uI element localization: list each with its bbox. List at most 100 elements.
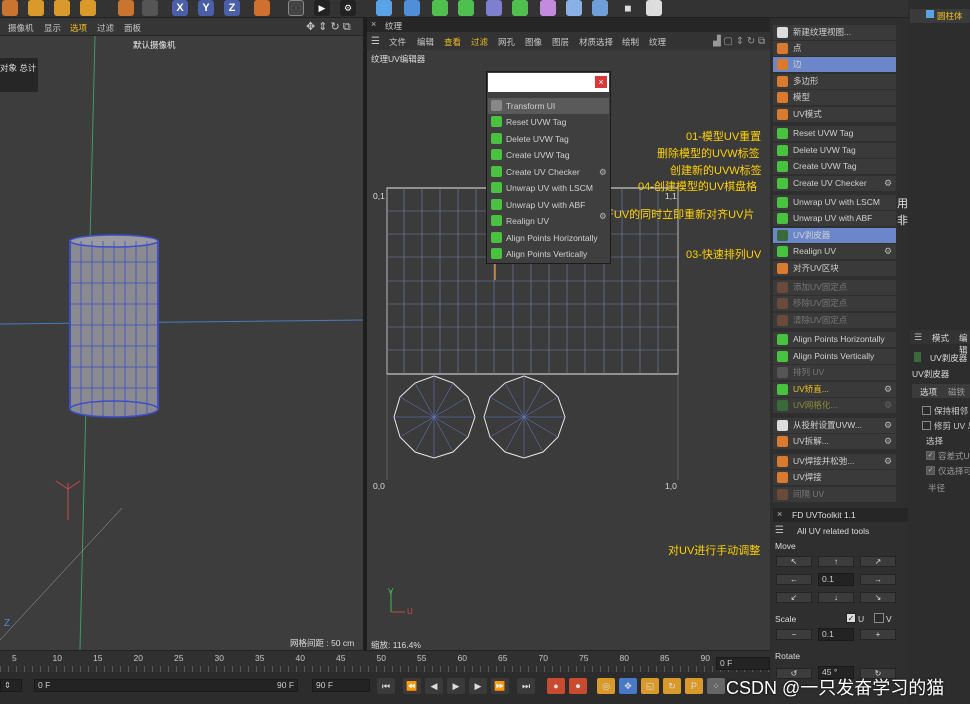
go-end-button[interactable]: ⏭ <box>517 678 535 694</box>
palette-project-uvw[interactable]: 从投射设置UVW... ⚙ <box>773 418 896 433</box>
scale-minus-button[interactable]: − <box>776 629 812 640</box>
subdivision-icon[interactable] <box>432 0 448 16</box>
tex-menu-paint[interactable]: 绘制 <box>622 36 639 48</box>
palette-arrange-uv[interactable]: 排列 UV <box>773 365 896 380</box>
popup-item-lscm[interactable]: Unwrap UV with LSCM <box>488 180 609 196</box>
environment-icon[interactable] <box>566 0 582 16</box>
tex-menu-mesh[interactable]: 网孔 <box>498 36 515 48</box>
tex-menu-layer[interactable]: 图层 <box>552 36 569 48</box>
generator-icon[interactable] <box>512 0 528 16</box>
palette-abf[interactable]: Unwrap UV with ABF <box>773 211 896 226</box>
move-icon[interactable] <box>28 0 44 16</box>
tex-menu-material-select[interactable]: 材质选择 <box>579 36 613 48</box>
key-position-icon[interactable]: ✥ <box>619 678 637 694</box>
rotate-icon[interactable] <box>80 0 96 16</box>
palette-align-islands[interactable]: 对齐UV区块 <box>773 261 896 276</box>
texture-tab-title[interactable]: 纹理 <box>385 20 402 32</box>
scale-v-checkbox[interactable] <box>874 613 884 623</box>
palette-lscm[interactable]: Unwrap UV with LSCM <box>773 195 896 210</box>
popup-item-align-h[interactable]: Align Points Horizontally <box>488 230 609 246</box>
palette-delete-uvw[interactable]: Delete UVW Tag <box>773 143 896 158</box>
palette-new-texture-view[interactable]: 新建纹理视图... <box>773 25 896 40</box>
palette-polygons[interactable]: 多边形 <box>773 74 896 89</box>
keep-adjacent-checkbox[interactable] <box>922 406 931 415</box>
keyframe-mode-icon[interactable]: ◎ <box>597 678 615 694</box>
trim-island-checkbox[interactable] <box>922 421 931 430</box>
go-start-button[interactable]: ⏮ <box>377 678 395 694</box>
end-frame-field[interactable]: 90 F <box>312 679 370 692</box>
palette-clear-pin[interactable]: 清除UV固定点 <box>773 313 896 328</box>
popup-item-create-uvw[interactable]: Create UVW Tag <box>488 147 609 163</box>
next-key-button[interactable]: ⏩ <box>491 678 509 694</box>
record-button[interactable]: ● <box>547 678 565 694</box>
palette-straighten[interactable]: UV矫直... ⚙ <box>773 382 896 397</box>
palette-space-uv[interactable]: 间隔 UV <box>773 487 896 502</box>
gear-icon[interactable]: ⚙ <box>883 400 893 410</box>
palette-grid-uv[interactable]: UV网格化... ⚙ <box>773 398 896 413</box>
scale-u-checkbox[interactable]: ✓ <box>846 613 856 623</box>
tex-menu-filter[interactable]: 过滤 <box>471 36 488 48</box>
attr-tab-mode[interactable]: 模式 <box>932 332 949 344</box>
start-frame-field[interactable]: 0 F <box>34 679 298 692</box>
tolerant-uv-checkbox[interactable]: ✓ <box>926 451 935 460</box>
palette-uv-mode[interactable]: UV模式 <box>773 107 896 122</box>
light-icon[interactable] <box>646 0 662 16</box>
object-row-cylinder[interactable]: 圆柱体 <box>910 9 970 23</box>
palette-create-uvw[interactable]: Create UVW Tag <box>773 159 896 174</box>
palette-model[interactable]: 模型 <box>773 90 896 105</box>
gear-icon[interactable]: ⚙ <box>599 164 607 180</box>
camera-icon[interactable]: ◼ <box>620 0 636 16</box>
start-frame-stepper[interactable]: ⇕ <box>0 679 22 692</box>
move-up-button[interactable]: ↑ <box>818 556 854 567</box>
popup-close-icon[interactable]: × <box>595 76 607 88</box>
z-axis-icon[interactable]: Z <box>224 0 240 16</box>
move-amount-field[interactable]: 0.1 <box>818 573 854 586</box>
field-icon[interactable] <box>540 0 556 16</box>
tex-menu-image[interactable]: 图像 <box>525 36 542 48</box>
key-scale-icon[interactable]: ◱ <box>641 678 659 694</box>
gear-icon[interactable]: ⚙ <box>599 208 607 224</box>
popup-item-abf[interactable]: Unwrap UV with ABF <box>488 197 609 213</box>
render-view-icon[interactable]: ▶ <box>314 0 330 16</box>
play-button[interactable]: ▶ <box>447 678 465 694</box>
palette-align-v[interactable]: Align Points Vertically <box>773 349 896 364</box>
hamburger-icon[interactable]: ☰ <box>775 525 784 536</box>
palette-weld-relax[interactable]: UV焊接并松弛... ⚙ <box>773 454 896 469</box>
deformer-icon[interactable] <box>486 0 502 16</box>
render-region-icon[interactable] <box>288 0 304 16</box>
prev-key-button[interactable]: ⏪ <box>403 678 421 694</box>
gear-icon[interactable]: ⚙ <box>883 456 893 466</box>
popup-item-delete-uvw[interactable]: Delete UVW Tag <box>488 131 609 147</box>
world-coord-icon[interactable] <box>254 0 270 16</box>
tex-menu-file[interactable]: 文件 <box>389 36 406 48</box>
subtab-magnet[interactable]: 磁铁 <box>948 386 965 398</box>
palette-edges[interactable]: 边 <box>773 57 896 72</box>
menu-filter[interactable]: 过滤 <box>97 22 114 34</box>
next-frame-button[interactable]: ▶ <box>469 678 487 694</box>
palette-add-pin[interactable]: 添加UV固定点 <box>773 280 896 295</box>
3d-viewport[interactable]: 默认摄像机 Z 网格间距 : 50 cm <box>0 36 363 650</box>
move-down-right-button[interactable]: ↘ <box>860 592 896 603</box>
popup-item-uv-checker[interactable]: Create UV Checker ⚙ <box>488 164 609 180</box>
popup-item-realign[interactable]: Realign UV ⚙ <box>488 211 609 229</box>
gear-icon[interactable]: ⚙ <box>883 246 893 256</box>
move-up-right-button[interactable]: ↗ <box>860 556 896 567</box>
scale-amount-field[interactable]: 0.1 <box>818 628 854 641</box>
timeline-ruler[interactable]: 5 10 15 20 25 30 35 40 45 50 55 60 65 70 75 80 85 90 0 F <box>0 650 770 672</box>
move-right-button[interactable]: → <box>860 574 896 585</box>
hamburger-icon[interactable]: ☰ <box>371 36 380 47</box>
move-up-left-button[interactable]: ↖ <box>776 556 812 567</box>
key-param-icon[interactable]: P <box>685 678 703 694</box>
gear-icon[interactable]: ⚙ <box>883 384 893 394</box>
gear-icon[interactable]: ⚙ <box>883 436 893 446</box>
palette-uv-peeler[interactable]: UV剥皮器 <box>773 228 896 243</box>
gear-icon[interactable]: ⚙ <box>883 420 893 430</box>
move-down-left-button[interactable]: ↙ <box>776 592 812 603</box>
move-down-button[interactable]: ↓ <box>818 592 854 603</box>
move-left-button[interactable]: ← <box>776 574 812 585</box>
menu-panel[interactable]: 面板 <box>124 22 141 34</box>
array-icon[interactable] <box>458 0 474 16</box>
tex-menu-edit[interactable]: 编辑 <box>417 36 434 48</box>
hamburger-icon[interactable]: ☰ <box>914 332 922 343</box>
cube-icon[interactable] <box>376 0 392 16</box>
